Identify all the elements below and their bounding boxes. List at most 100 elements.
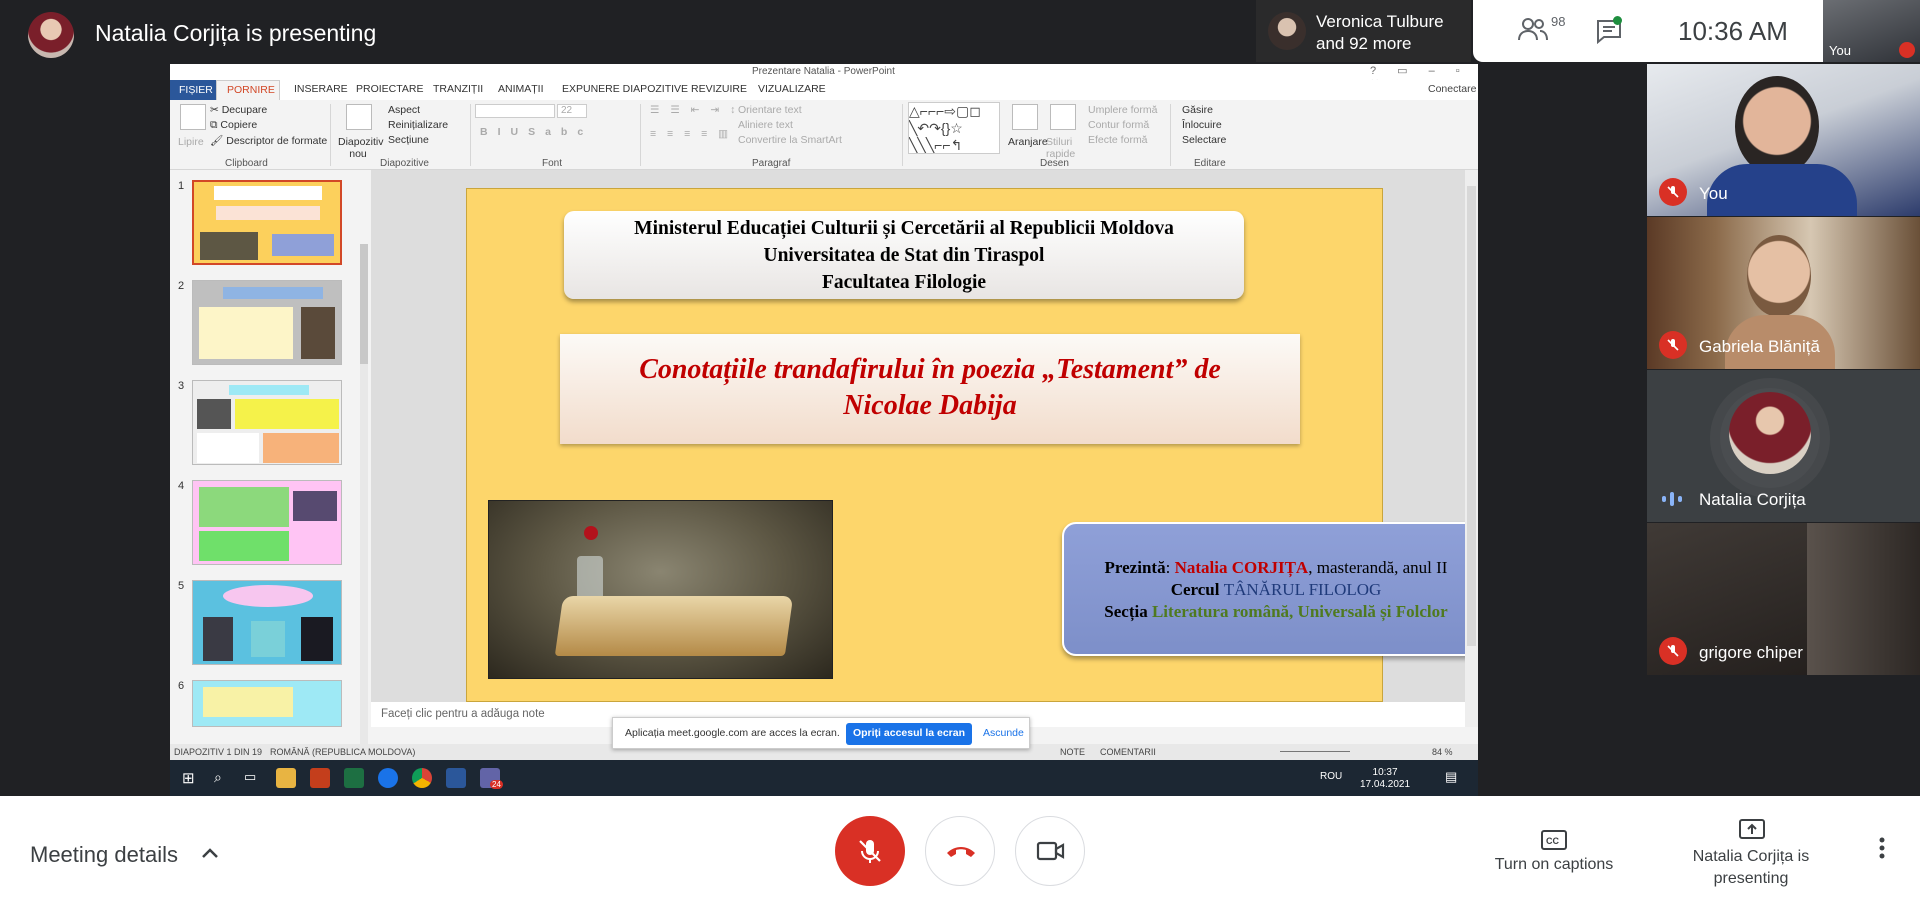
smartart-button[interactable]: Convertire la SmartArt bbox=[738, 134, 842, 146]
thumb-block bbox=[293, 491, 337, 521]
layout-button[interactable]: Aspect bbox=[388, 104, 420, 116]
tab-slideshow[interactable]: EXPUNERE DIAPOZITIVE bbox=[562, 83, 688, 95]
people-icon[interactable] bbox=[1517, 16, 1549, 42]
participant-tile[interactable]: Gabriela Blăniță bbox=[1647, 217, 1920, 369]
microphone-toggle-button[interactable] bbox=[835, 816, 905, 886]
arrange-icon[interactable] bbox=[1012, 104, 1038, 130]
language-indicator[interactable]: ROMÂNĂ (REPUBLICA MOLDOVA) bbox=[270, 747, 415, 757]
tab-insert[interactable]: INSERARE bbox=[294, 83, 348, 95]
slide-thumbnails-pane: 1 2 3 4 5 6 bbox=[170, 170, 352, 727]
tab-animations[interactable]: ANIMAȚII bbox=[498, 83, 544, 95]
tab-review[interactable]: REVIZUIRE bbox=[691, 83, 747, 95]
format-painter-button[interactable]: 🖌 Descriptor de formate bbox=[210, 134, 327, 147]
word-icon[interactable] bbox=[446, 768, 466, 788]
shape-fill-button[interactable]: Umplere formă bbox=[1088, 104, 1157, 116]
edge-icon[interactable] bbox=[378, 768, 398, 788]
slide-thumbnail[interactable] bbox=[192, 480, 342, 565]
copy-button[interactable]: ⧉ Copiere bbox=[210, 119, 257, 132]
windows-start-icon[interactable]: ⊞ bbox=[182, 769, 195, 787]
cut-button[interactable]: ✂ Decupare bbox=[210, 104, 267, 116]
input-language[interactable]: ROU bbox=[1320, 771, 1342, 782]
text-direction-button[interactable]: Orientare text bbox=[738, 104, 802, 116]
notes-toggle[interactable]: NOTE bbox=[1060, 747, 1085, 757]
reset-button[interactable]: Reinițializare bbox=[388, 119, 448, 131]
paste-button[interactable]: Lipire bbox=[178, 136, 204, 148]
hide-banner-button[interactable]: Ascunde bbox=[983, 727, 1024, 739]
arrange-button[interactable]: Aranjare bbox=[1008, 136, 1048, 148]
align-text-button[interactable]: Aliniere text bbox=[738, 119, 793, 131]
quick-styles-icon[interactable] bbox=[1050, 104, 1076, 130]
slide-thumbnail[interactable] bbox=[192, 180, 342, 265]
shapes-gallery[interactable]: △⌐⌐⌐⇨▢◻ ╲↶↷{}☆ ╲╲╲⌐⌐↰ bbox=[908, 102, 1000, 154]
leave-call-button[interactable] bbox=[925, 816, 995, 886]
thumb-block bbox=[200, 232, 258, 260]
replace-button[interactable]: Înlocuire bbox=[1182, 119, 1222, 131]
shape-outline-button[interactable]: Contur formă bbox=[1088, 119, 1149, 131]
thumb-block bbox=[223, 287, 323, 299]
thumb-block bbox=[229, 385, 309, 395]
participant-tile[interactable]: grigore chiper bbox=[1647, 523, 1920, 675]
zoom-slider[interactable] bbox=[1280, 751, 1350, 752]
slide-thumbnail[interactable] bbox=[192, 580, 342, 665]
section-button[interactable]: Secțiune bbox=[388, 134, 429, 146]
search-icon[interactable]: ⌕ bbox=[214, 769, 222, 786]
new-slide-button[interactable]: Diapozitiv nou bbox=[338, 136, 384, 160]
slide-thumbnail[interactable] bbox=[192, 280, 342, 365]
file-explorer-icon[interactable] bbox=[276, 768, 296, 788]
chat-notification-dot bbox=[1613, 16, 1622, 25]
participant-tile[interactable]: Natalia Corjița bbox=[1647, 370, 1920, 522]
slide-thumbnail[interactable] bbox=[192, 680, 342, 727]
list-buttons[interactable]: ☰ ☰ ⇤ ⇥ ↕ bbox=[650, 104, 739, 116]
align-buttons[interactable]: ≡ ≡ ≡ ≡ ▥ bbox=[650, 128, 732, 140]
captions-button[interactable]: Turn on captions bbox=[1489, 856, 1619, 874]
participant-tile[interactable]: You bbox=[1647, 64, 1920, 216]
mic-off-icon bbox=[859, 840, 881, 863]
tab-view[interactable]: VIZUALIZARE bbox=[758, 83, 826, 95]
stop-sharing-button[interactable]: Opriți accesul la ecran bbox=[846, 723, 972, 745]
tab-design[interactable]: PROIECTARE bbox=[356, 83, 423, 95]
slide-thumbnail[interactable] bbox=[192, 380, 342, 465]
slide-scroll-handle[interactable] bbox=[1467, 186, 1476, 646]
rose bbox=[584, 526, 598, 540]
zoom-level[interactable]: 84 % bbox=[1432, 747, 1453, 757]
tab-home[interactable]: PORNIRE bbox=[216, 80, 280, 100]
sign-in-link[interactable]: Conectare bbox=[1428, 83, 1476, 95]
present-screen-icon[interactable] bbox=[1738, 818, 1766, 842]
task-view-icon[interactable]: ▭ bbox=[244, 769, 256, 785]
group-label-slides: Diapozitive bbox=[380, 158, 429, 169]
thumbnails-scroll-handle[interactable] bbox=[360, 244, 368, 364]
meeting-details-button[interactable]: Meeting details bbox=[30, 842, 178, 868]
notifications-icon[interactable]: ▤ bbox=[1445, 769, 1457, 785]
comments-toggle[interactable]: COMENTARII bbox=[1100, 747, 1156, 757]
thumb-block bbox=[199, 307, 293, 359]
slide-header-box[interactable]: Ministerul Educației Culturii și Cercetă… bbox=[564, 211, 1244, 299]
select-button[interactable]: Selectare bbox=[1182, 134, 1226, 146]
font-size-select[interactable]: 22 bbox=[557, 104, 587, 118]
rose-book-photo[interactable] bbox=[488, 500, 833, 679]
tab-transitions[interactable]: TRANZIȚII bbox=[433, 83, 483, 95]
captions-icon[interactable]: CC bbox=[1541, 830, 1567, 850]
tab-file[interactable]: FIȘIER bbox=[170, 80, 216, 100]
new-slide-icon[interactable] bbox=[346, 104, 372, 130]
presenter-name: Natalia CORJIȚA bbox=[1174, 558, 1309, 577]
system-clock[interactable]: 10:37 17.04.2021 bbox=[1360, 767, 1410, 791]
slide-number: 4 bbox=[178, 480, 185, 492]
camera-toggle-button[interactable] bbox=[1015, 816, 1085, 886]
presenter-info-box[interactable]: Prezintă: Natalia CORJIȚA, masterandă, a… bbox=[1062, 522, 1478, 656]
more-options-icon[interactable] bbox=[1878, 836, 1886, 860]
shape-effects-button[interactable]: Efecte formă bbox=[1088, 134, 1148, 146]
slide-title-box[interactable]: Conotațiile trandafirului în poezia „Tes… bbox=[560, 334, 1300, 444]
paste-icon[interactable] bbox=[180, 104, 206, 130]
chevron-up-icon[interactable] bbox=[200, 846, 220, 860]
find-button[interactable]: Găsire bbox=[1182, 104, 1213, 116]
self-view-thumbnail[interactable]: You bbox=[1823, 0, 1920, 62]
presenting-status-button[interactable]: Natalia Corjița is presenting bbox=[1685, 846, 1817, 890]
excel-icon[interactable] bbox=[344, 768, 364, 788]
font-name-select[interactable] bbox=[475, 104, 555, 118]
chrome-icon[interactable] bbox=[412, 768, 432, 788]
viewers-strip[interactable]: Veronica Tulbure and 92 more bbox=[1256, 0, 1471, 62]
powerpoint-icon[interactable] bbox=[310, 768, 330, 788]
font-style-buttons[interactable]: BIUSabc bbox=[480, 126, 593, 138]
participant-name: Gabriela Blăniță bbox=[1699, 337, 1820, 356]
quick-styles-button[interactable]: Stiluri rapide bbox=[1046, 136, 1082, 160]
